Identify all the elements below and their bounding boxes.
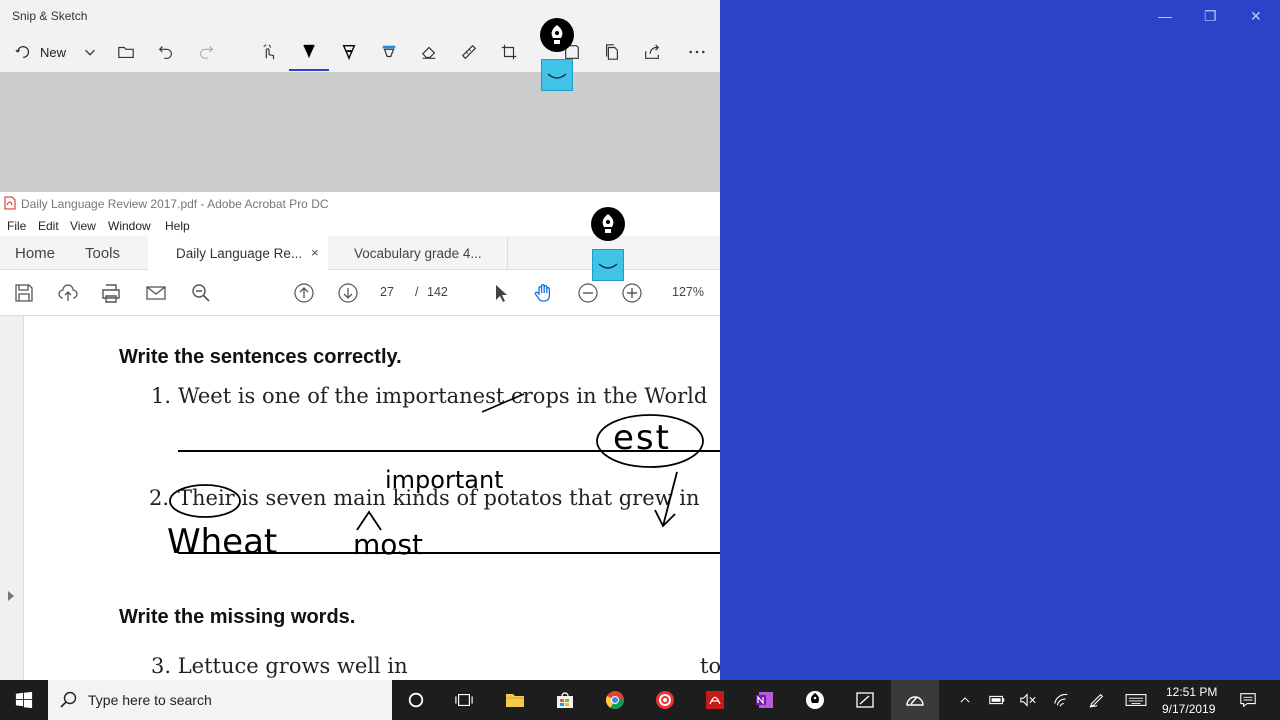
previous-page-icon[interactable] (292, 281, 316, 305)
page-total: 142 (427, 285, 448, 299)
left-panel-rail (0, 316, 24, 680)
touch-writing-icon[interactable] (257, 40, 281, 64)
document-page: Write the sentences correctly. 1. Weet i… (25, 316, 720, 680)
sentence-3-text: 3. Lettuce grows well in (151, 654, 408, 678)
zoom-level[interactable]: 127% (672, 285, 704, 299)
strike-mark (481, 393, 525, 413)
expand-panel-icon[interactable] (7, 590, 15, 602)
cloud-upload-icon[interactable] (56, 281, 80, 305)
file-explorer-icon[interactable] (503, 688, 527, 712)
snip-sketch-window: Snip & Sketch New (0, 0, 720, 192)
close-tab-icon[interactable]: × (311, 245, 319, 260)
new-button[interactable]: New (40, 45, 66, 60)
share-icon[interactable] (640, 40, 664, 64)
acrobat-icon[interactable] (703, 688, 727, 712)
chevron-up-icon[interactable] (953, 688, 977, 712)
snip-sketch-icon[interactable] (903, 688, 927, 712)
minimize-icon[interactable]: — (1158, 8, 1172, 24)
select-cursor-icon[interactable] (488, 281, 512, 305)
highlighter-icon[interactable] (377, 40, 401, 64)
clock-time[interactable]: 12:51 PM (1166, 685, 1217, 699)
hand-tool-icon[interactable] (532, 281, 556, 305)
pen-app-icon[interactable] (803, 688, 827, 712)
menu-window[interactable]: Window (108, 219, 151, 233)
eraser-icon[interactable] (417, 40, 441, 64)
pencil-icon[interactable] (337, 40, 361, 64)
menu-view[interactable]: View (70, 219, 96, 233)
task-view-icon[interactable] (452, 688, 476, 712)
ink-most: most (353, 528, 423, 561)
pdf-file-icon (4, 196, 16, 210)
zoom-in-icon[interactable] (620, 281, 644, 305)
pen-workspace-icon[interactable] (1085, 688, 1109, 712)
ink-important: important (385, 466, 504, 494)
tab-document-2[interactable]: Vocabulary grade 4... (328, 236, 508, 270)
search-icon (60, 691, 77, 708)
sentence-1-number: 1. (151, 384, 172, 408)
email-icon[interactable] (144, 281, 168, 305)
battery-icon[interactable] (985, 688, 1009, 712)
copy-icon[interactable] (600, 40, 624, 64)
tab-tools[interactable]: Tools (85, 245, 120, 262)
acrobat-title: Daily Language Review 2017.pdf - Adobe A… (21, 197, 329, 211)
taskbar-search-box[interactable]: Type here to search (48, 680, 392, 720)
heading-missing-words: Write the missing words. (119, 606, 356, 628)
more-options-icon[interactable] (685, 40, 709, 64)
ink-wheat: Wheat (167, 522, 278, 562)
smile-icon (541, 59, 573, 91)
next-page-icon[interactable] (336, 281, 360, 305)
clock-date[interactable]: 9/17/2019 (1162, 702, 1215, 716)
windows-start-icon[interactable] (12, 688, 36, 712)
wifi-icon[interactable] (1050, 688, 1074, 712)
ink-arrow (654, 471, 678, 528)
menu-help[interactable]: Help (165, 219, 190, 233)
zoom-out-icon[interactable] (576, 281, 600, 305)
screen-recorder-icon[interactable] (653, 688, 677, 712)
ink-circle-their (169, 484, 241, 518)
close-icon[interactable]: ✕ (1250, 8, 1262, 25)
snip-toolbar: New (0, 32, 720, 72)
restore-icon[interactable]: ❐ (1204, 8, 1217, 25)
smile-icon-2 (592, 249, 624, 281)
crop-icon[interactable] (497, 40, 521, 64)
pen-cursor-icon-2 (591, 207, 625, 241)
whiteboard-icon[interactable] (853, 688, 877, 712)
save-file-icon[interactable] (12, 281, 36, 305)
search-placeholder: Type here to search (88, 692, 212, 708)
tab-document-2-label: Vocabulary grade 4... (354, 246, 482, 261)
onenote-icon[interactable] (753, 688, 777, 712)
chevron-down-icon[interactable] (78, 40, 102, 64)
ink-est: est (613, 418, 671, 458)
tab-home[interactable]: Home (15, 245, 55, 262)
menu-edit[interactable]: Edit (38, 219, 59, 233)
snip-title: Snip & Sketch (12, 9, 88, 23)
store-icon[interactable] (553, 688, 577, 712)
taskbar: Type here to search 12:51 PM 9/17/2019 (0, 680, 1280, 720)
ballpoint-pen-icon[interactable] (297, 40, 321, 64)
cortana-icon[interactable] (404, 688, 428, 712)
tab-document-1-label: Daily Language Re... (176, 246, 303, 261)
new-snip-icon[interactable] (12, 40, 36, 64)
sentence-1-text: Weet is one of the importanest crops in … (178, 384, 708, 408)
menu-file[interactable]: File (7, 219, 26, 233)
active-tool-indicator (289, 69, 329, 71)
open-folder-icon[interactable] (114, 40, 138, 64)
heading-sentences: Write the sentences correctly. (119, 346, 402, 368)
keyboard-icon[interactable] (1124, 688, 1148, 712)
pen-cursor-icon (540, 18, 574, 52)
search-icon[interactable] (189, 281, 213, 305)
print-icon[interactable] (99, 281, 123, 305)
snip-title-bar: Snip & Sketch (0, 0, 720, 32)
page-number-input[interactable]: 27 (380, 285, 394, 299)
undo-icon[interactable] (154, 40, 178, 64)
chrome-icon[interactable] (603, 688, 627, 712)
ruler-icon[interactable] (457, 40, 481, 64)
sentence-3-tail: to (700, 654, 720, 678)
volume-muted-icon[interactable] (1016, 688, 1040, 712)
notifications-icon[interactable] (1236, 688, 1260, 712)
tab-document-1[interactable]: Daily Language Re... × (148, 236, 328, 270)
page-separator: / (415, 285, 419, 299)
redo-icon[interactable] (194, 40, 218, 64)
